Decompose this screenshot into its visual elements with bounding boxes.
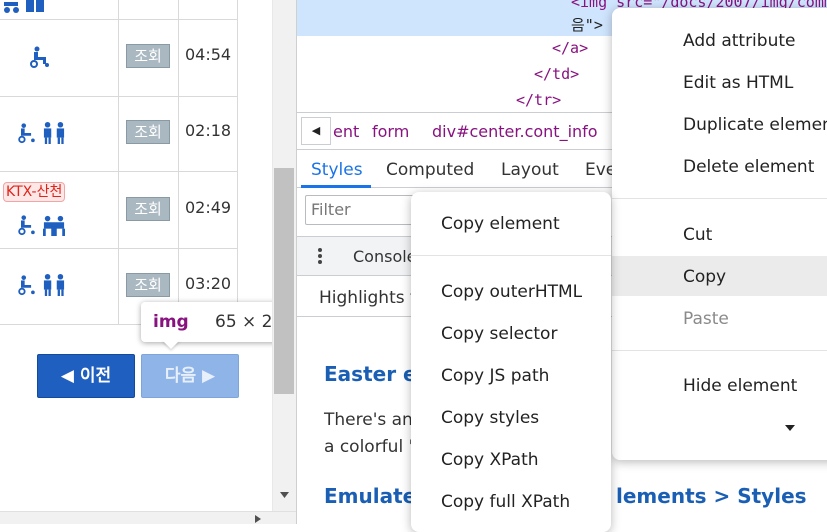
wheelchair-family-icon — [18, 122, 65, 144]
inspect-tooltip: img 65 × 29 — [141, 302, 291, 342]
menu-item-edit-as-html[interactable]: Edit as HTML — [683, 73, 793, 93]
table-divider — [0, 248, 238, 249]
menu-separator — [612, 198, 827, 199]
menu-item-copy-styles[interactable]: Copy styles — [441, 408, 539, 428]
code-line[interactable]: </a> — [552, 39, 588, 57]
table-divider — [0, 19, 238, 20]
drawer-text-line: a colorful ' — [324, 437, 414, 457]
tab-computed[interactable]: Computed — [386, 160, 474, 180]
menu-item-copy-outerhtml[interactable]: Copy outerHTML — [441, 282, 582, 302]
wheelchair-meeting-icon — [18, 215, 65, 236]
lookup-button[interactable]: 조회 — [126, 44, 170, 68]
menu-item-duplicate-element[interactable]: Duplicate element — [683, 115, 827, 135]
highlights-text: Highlights f — [319, 288, 416, 308]
travel-time: 04:54 — [185, 45, 232, 64]
table-divider — [178, 0, 179, 324]
menu-item-copy-xpath[interactable]: Copy XPath — [441, 450, 539, 470]
more-options-icon[interactable] — [317, 247, 323, 265]
wheelchair-family-icon — [4, 0, 44, 13]
menu-item-hide-element[interactable]: Hide element — [683, 376, 797, 396]
drawer-text-line: There's an — [324, 410, 413, 430]
travel-time: 03:20 — [185, 274, 232, 293]
copy-submenu — [411, 192, 611, 532]
table-divider — [118, 0, 119, 324]
lookup-button[interactable]: 조회 — [126, 197, 170, 221]
scroll-right-icon[interactable] — [255, 515, 261, 523]
menu-item-copy[interactable]: Copy — [683, 267, 726, 287]
breadcrumb-scroll-left-icon[interactable]: ◀ — [301, 117, 331, 145]
menu-item-paste: Paste — [683, 309, 729, 329]
tab-styles[interactable]: Styles — [311, 160, 363, 180]
scroll-down-icon[interactable] — [280, 492, 289, 498]
horizontal-scrollbar[interactable] — [0, 511, 296, 524]
code-line[interactable]: 음"> — [571, 14, 603, 35]
travel-time: 02:18 — [185, 121, 232, 140]
styles-path-heading[interactable]: lements > Styles — [616, 484, 807, 508]
active-tab-indicator — [301, 185, 371, 188]
table-divider — [237, 0, 238, 324]
travel-time: 02:49 — [185, 198, 232, 217]
menu-item-cut[interactable]: Cut — [683, 225, 712, 245]
scrollbar-thumb[interactable] — [274, 168, 294, 394]
menu-separator — [411, 255, 611, 256]
next-page-button[interactable]: 다음 ▶ — [141, 354, 239, 398]
menu-item-add-attribute[interactable]: Add attribute — [683, 31, 795, 51]
ktx-sancheon-badge: KTX-산천 — [3, 182, 66, 202]
breadcrumb-item[interactable]: ent — [333, 122, 359, 141]
wheelchair-family-icon — [18, 274, 65, 296]
web-page: 조회 04:54 조회 02:18 KTX-산천 조회 02:49 조회 03:… — [0, 0, 296, 524]
tooltip-tag: img — [153, 312, 189, 332]
menu-item-delete-element[interactable]: Delete element — [683, 157, 814, 177]
menu-item-copy-full-xpath[interactable]: Copy full XPath — [441, 492, 570, 512]
tooltip-arrow — [162, 340, 180, 349]
tab-console[interactable]: Console — [353, 247, 417, 266]
code-text: 음"> — [571, 16, 603, 34]
prev-page-button[interactable]: ◀ 이전 — [37, 354, 135, 398]
vertical-scrollbar[interactable] — [272, 0, 296, 511]
menu-separator — [612, 350, 827, 351]
emulate-heading[interactable]: Emulate — [324, 484, 416, 508]
code-line[interactable]: </tr> — [516, 91, 561, 109]
menu-item-copy-selector[interactable]: Copy selector — [441, 324, 557, 344]
table-divider — [0, 96, 238, 97]
table-divider — [0, 171, 238, 172]
breadcrumb-item-current[interactable]: div#center.cont_info — [432, 122, 598, 141]
tab-layout[interactable]: Layout — [501, 160, 559, 180]
breadcrumb-item[interactable]: form — [372, 122, 409, 141]
lookup-button[interactable]: 조회 — [126, 120, 170, 144]
menu-item-copy-element[interactable]: Copy element — [441, 214, 560, 234]
wheelchair-icon — [30, 46, 49, 68]
lookup-button[interactable]: 조회 — [126, 273, 170, 297]
menu-scroll-down-icon[interactable] — [785, 425, 795, 431]
menu-item-copy-js-path[interactable]: Copy JS path — [441, 366, 549, 386]
code-line[interactable]: </td> — [534, 65, 579, 83]
